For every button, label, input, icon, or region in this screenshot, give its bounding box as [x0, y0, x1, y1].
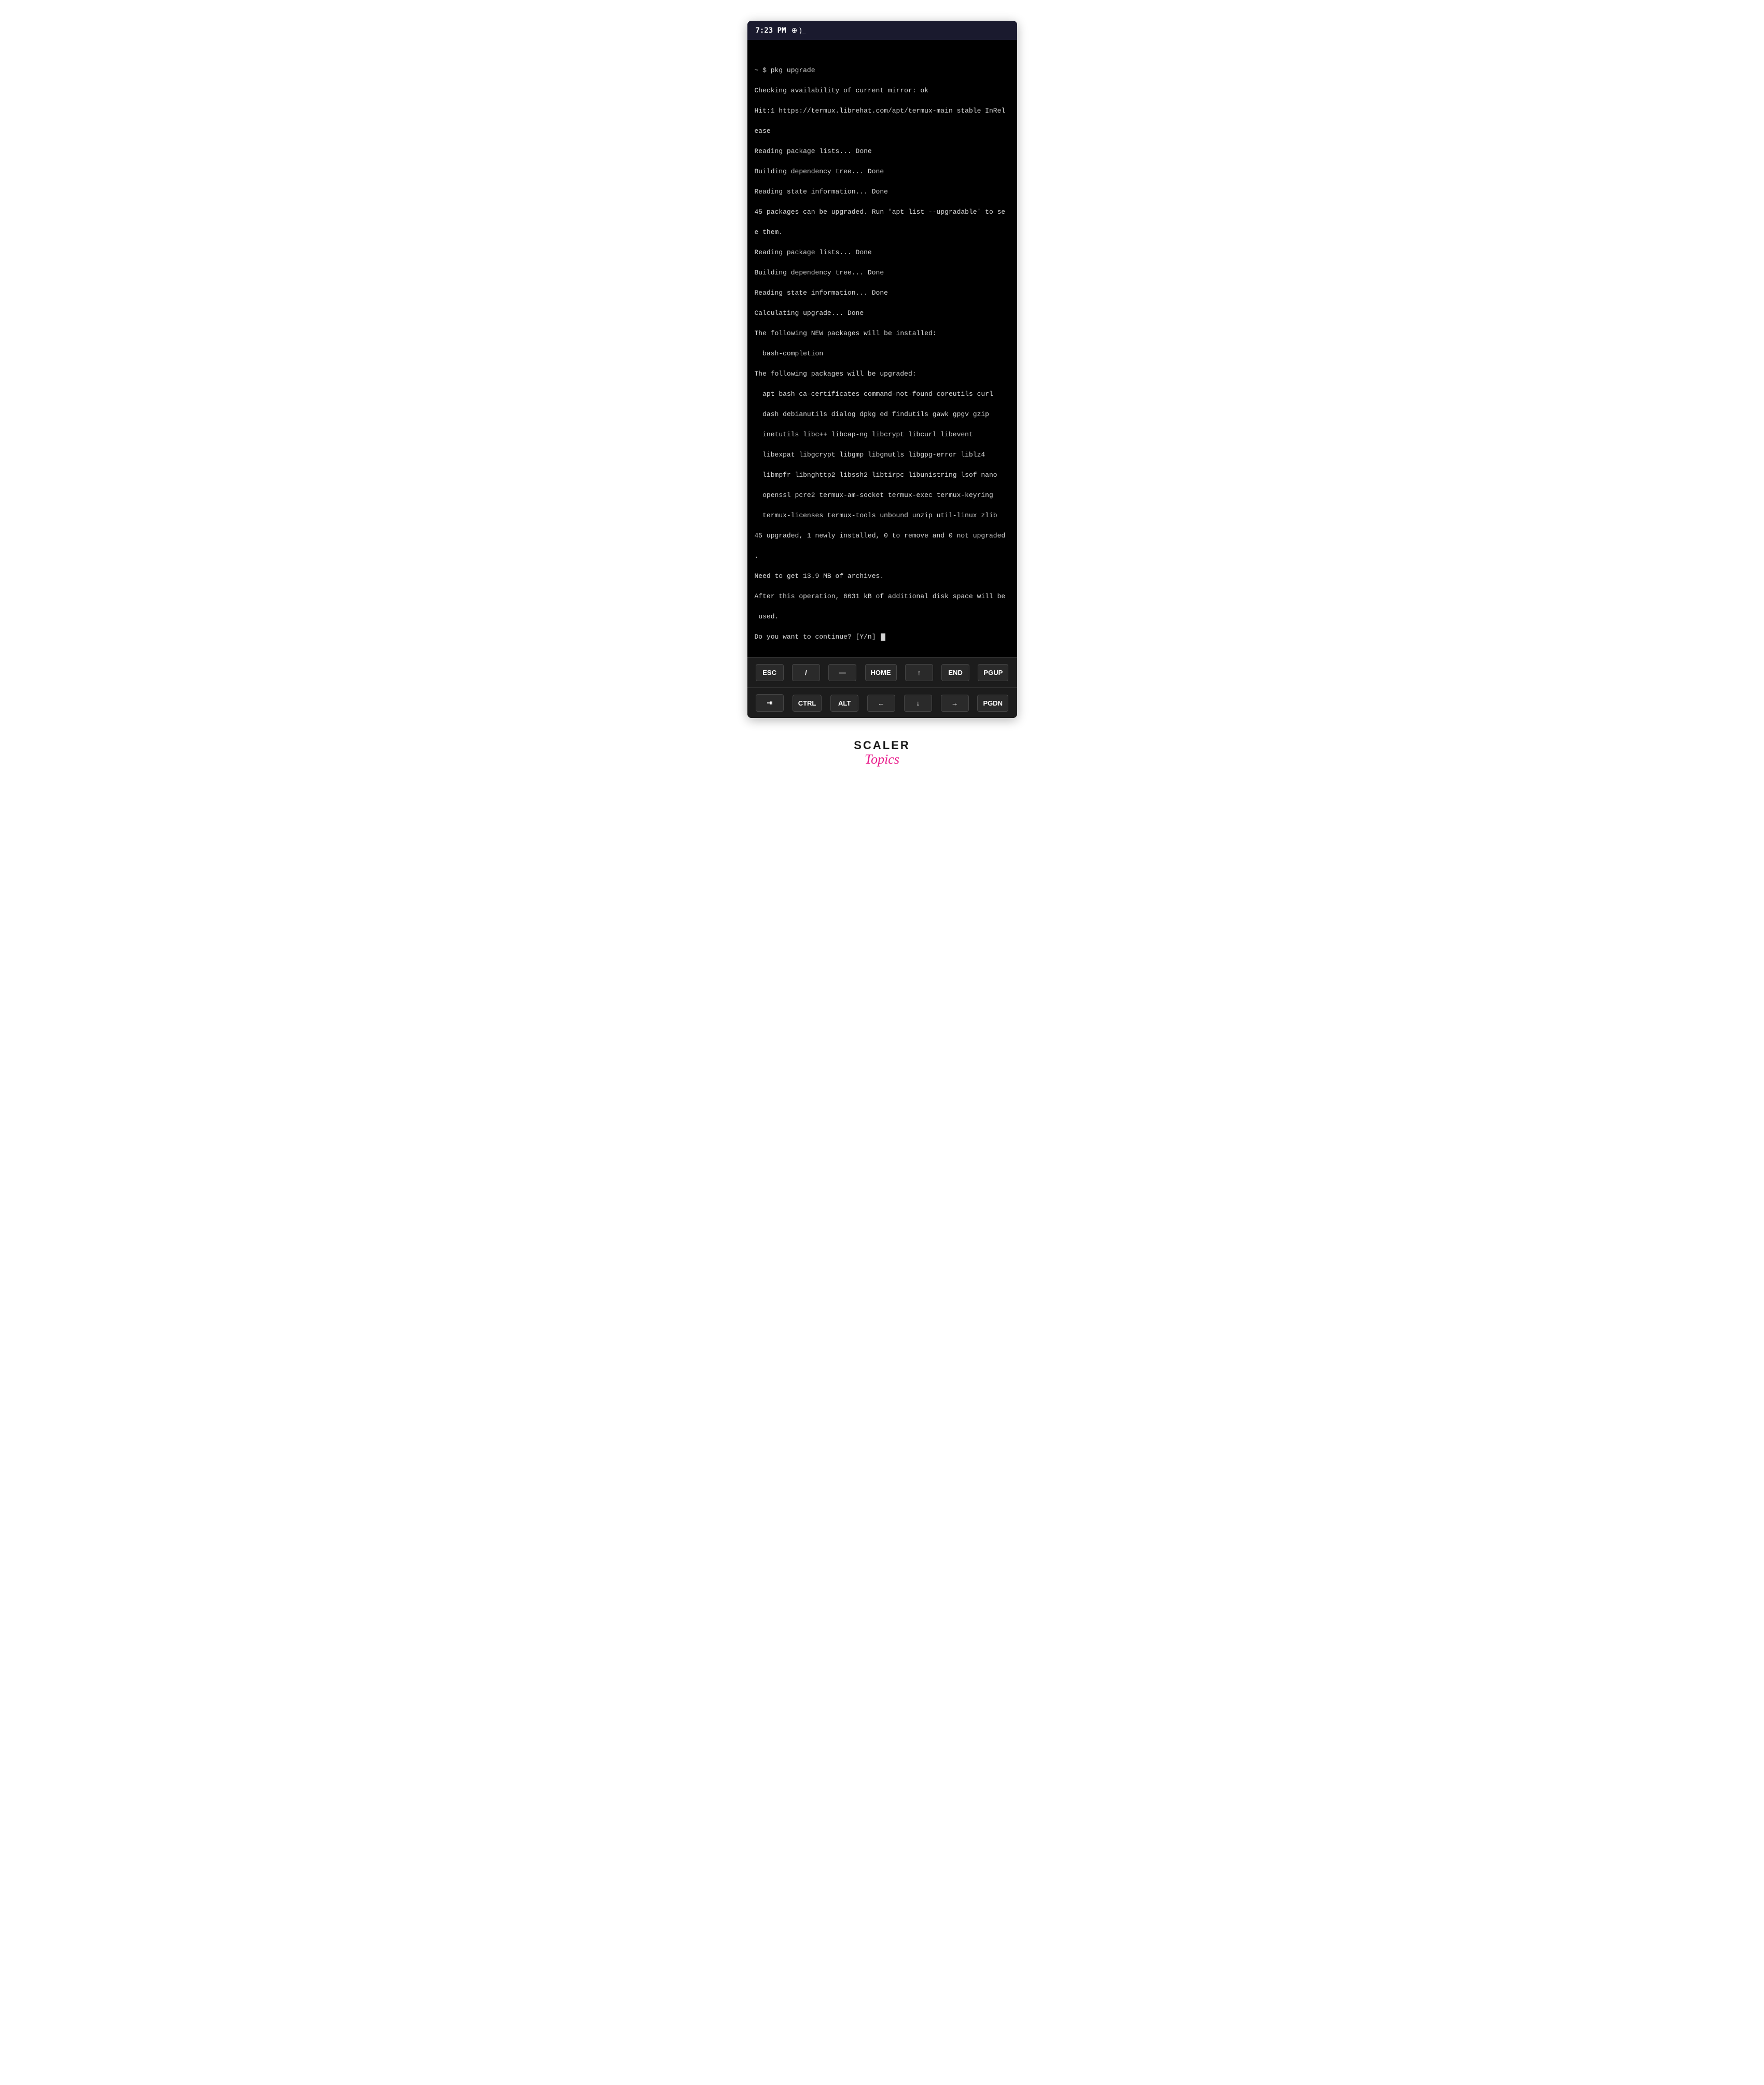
end-key[interactable]: END — [941, 664, 969, 681]
terminal-line: The following NEW packages will be insta… — [755, 328, 1010, 339]
terminal-body[interactable]: ~ $ pkg upgrade Checking availability of… — [747, 40, 1017, 657]
terminal-line: The following packages will be upgraded: — [755, 369, 1010, 379]
pgup-key[interactable]: PGUP — [978, 664, 1008, 681]
tab-key[interactable]: ⇥ — [756, 694, 784, 712]
terminal-line: Building dependency tree... Done — [755, 268, 1010, 278]
keyboard-row-1: ESC / — HOME ↑ END PGUP — [747, 657, 1017, 687]
down-key[interactable]: ↓ — [904, 695, 932, 712]
terminal-line: . — [755, 551, 1010, 561]
home-key[interactable]: HOME — [865, 664, 897, 681]
right-key[interactable]: → — [941, 695, 969, 712]
up-key[interactable]: ↑ — [905, 664, 933, 681]
dash-key[interactable]: — — [828, 664, 856, 681]
slash-key[interactable]: / — [792, 664, 820, 681]
terminal-line: libexpat libgcrypt libgmp libgnutls libg… — [755, 450, 1010, 460]
terminal-line: Reading package lists... Done — [755, 247, 1010, 258]
terminal-line: Hit:1 https://termux.librehat.com/apt/te… — [755, 106, 1010, 116]
terminal-line: bash-completion — [755, 349, 1010, 359]
phone-container: 7:23 PM ⊕ )_ ~ $ pkg upgrade Checking av… — [747, 21, 1017, 718]
alt-key[interactable]: ALT — [830, 695, 858, 712]
terminal-line: Need to get 13.9 MB of archives. — [755, 571, 1010, 582]
terminal-line: Do you want to continue? [Y/n] — [755, 632, 1010, 642]
brand-topics: Topics — [865, 752, 899, 767]
status-time: 7:23 PM — [756, 26, 786, 35]
terminal-line: After this operation, 6631 kB of additio… — [755, 591, 1010, 602]
terminal-line: libmpfr libnghttp2 libssh2 libtirpc libu… — [755, 470, 1010, 480]
status-icons: ⊕ )_ — [791, 26, 806, 35]
terminal-line: used. — [755, 612, 1010, 622]
terminal-line: Reading state information... Done — [755, 288, 1010, 298]
brand-scaler: SCALER — [854, 739, 910, 752]
terminal-line: dash debianutils dialog dpkg ed findutil… — [755, 409, 1010, 420]
terminal-line: Reading state information... Done — [755, 187, 1010, 197]
terminal-line: Reading package lists... Done — [755, 146, 1010, 157]
left-key[interactable]: ← — [867, 695, 895, 712]
terminal-line: apt bash ca-certificates command-not-fou… — [755, 389, 1010, 399]
terminal-line: openssl pcre2 termux-am-socket termux-ex… — [755, 490, 1010, 501]
esc-key[interactable]: ESC — [756, 664, 784, 681]
terminal-line: 45 upgraded, 1 newly installed, 0 to rem… — [755, 531, 1010, 541]
terminal-line: inetutils libc++ libcap-ng libcrypt libc… — [755, 430, 1010, 440]
brand-container: SCALER Topics — [854, 739, 910, 767]
terminal-line: 45 packages can be upgraded. Run 'apt li… — [755, 207, 1010, 217]
terminal-line: ease — [755, 126, 1010, 136]
status-bar: 7:23 PM ⊕ )_ — [747, 21, 1017, 40]
terminal-line: Checking availability of current mirror:… — [755, 86, 1010, 96]
terminal-cursor — [881, 633, 885, 641]
pgdn-key[interactable]: PGDN — [977, 695, 1008, 712]
terminal-line: Building dependency tree... Done — [755, 167, 1010, 177]
ctrl-key[interactable]: CTRL — [793, 695, 822, 712]
keyboard-row-2: ⇥ CTRL ALT ← ↓ → PGDN — [747, 687, 1017, 718]
terminal-line: termux-licenses termux-tools unbound unz… — [755, 510, 1010, 521]
terminal-line: ~ $ pkg upgrade — [755, 65, 1010, 76]
terminal-line: Calculating upgrade... Done — [755, 308, 1010, 319]
terminal-line: e them. — [755, 227, 1010, 238]
